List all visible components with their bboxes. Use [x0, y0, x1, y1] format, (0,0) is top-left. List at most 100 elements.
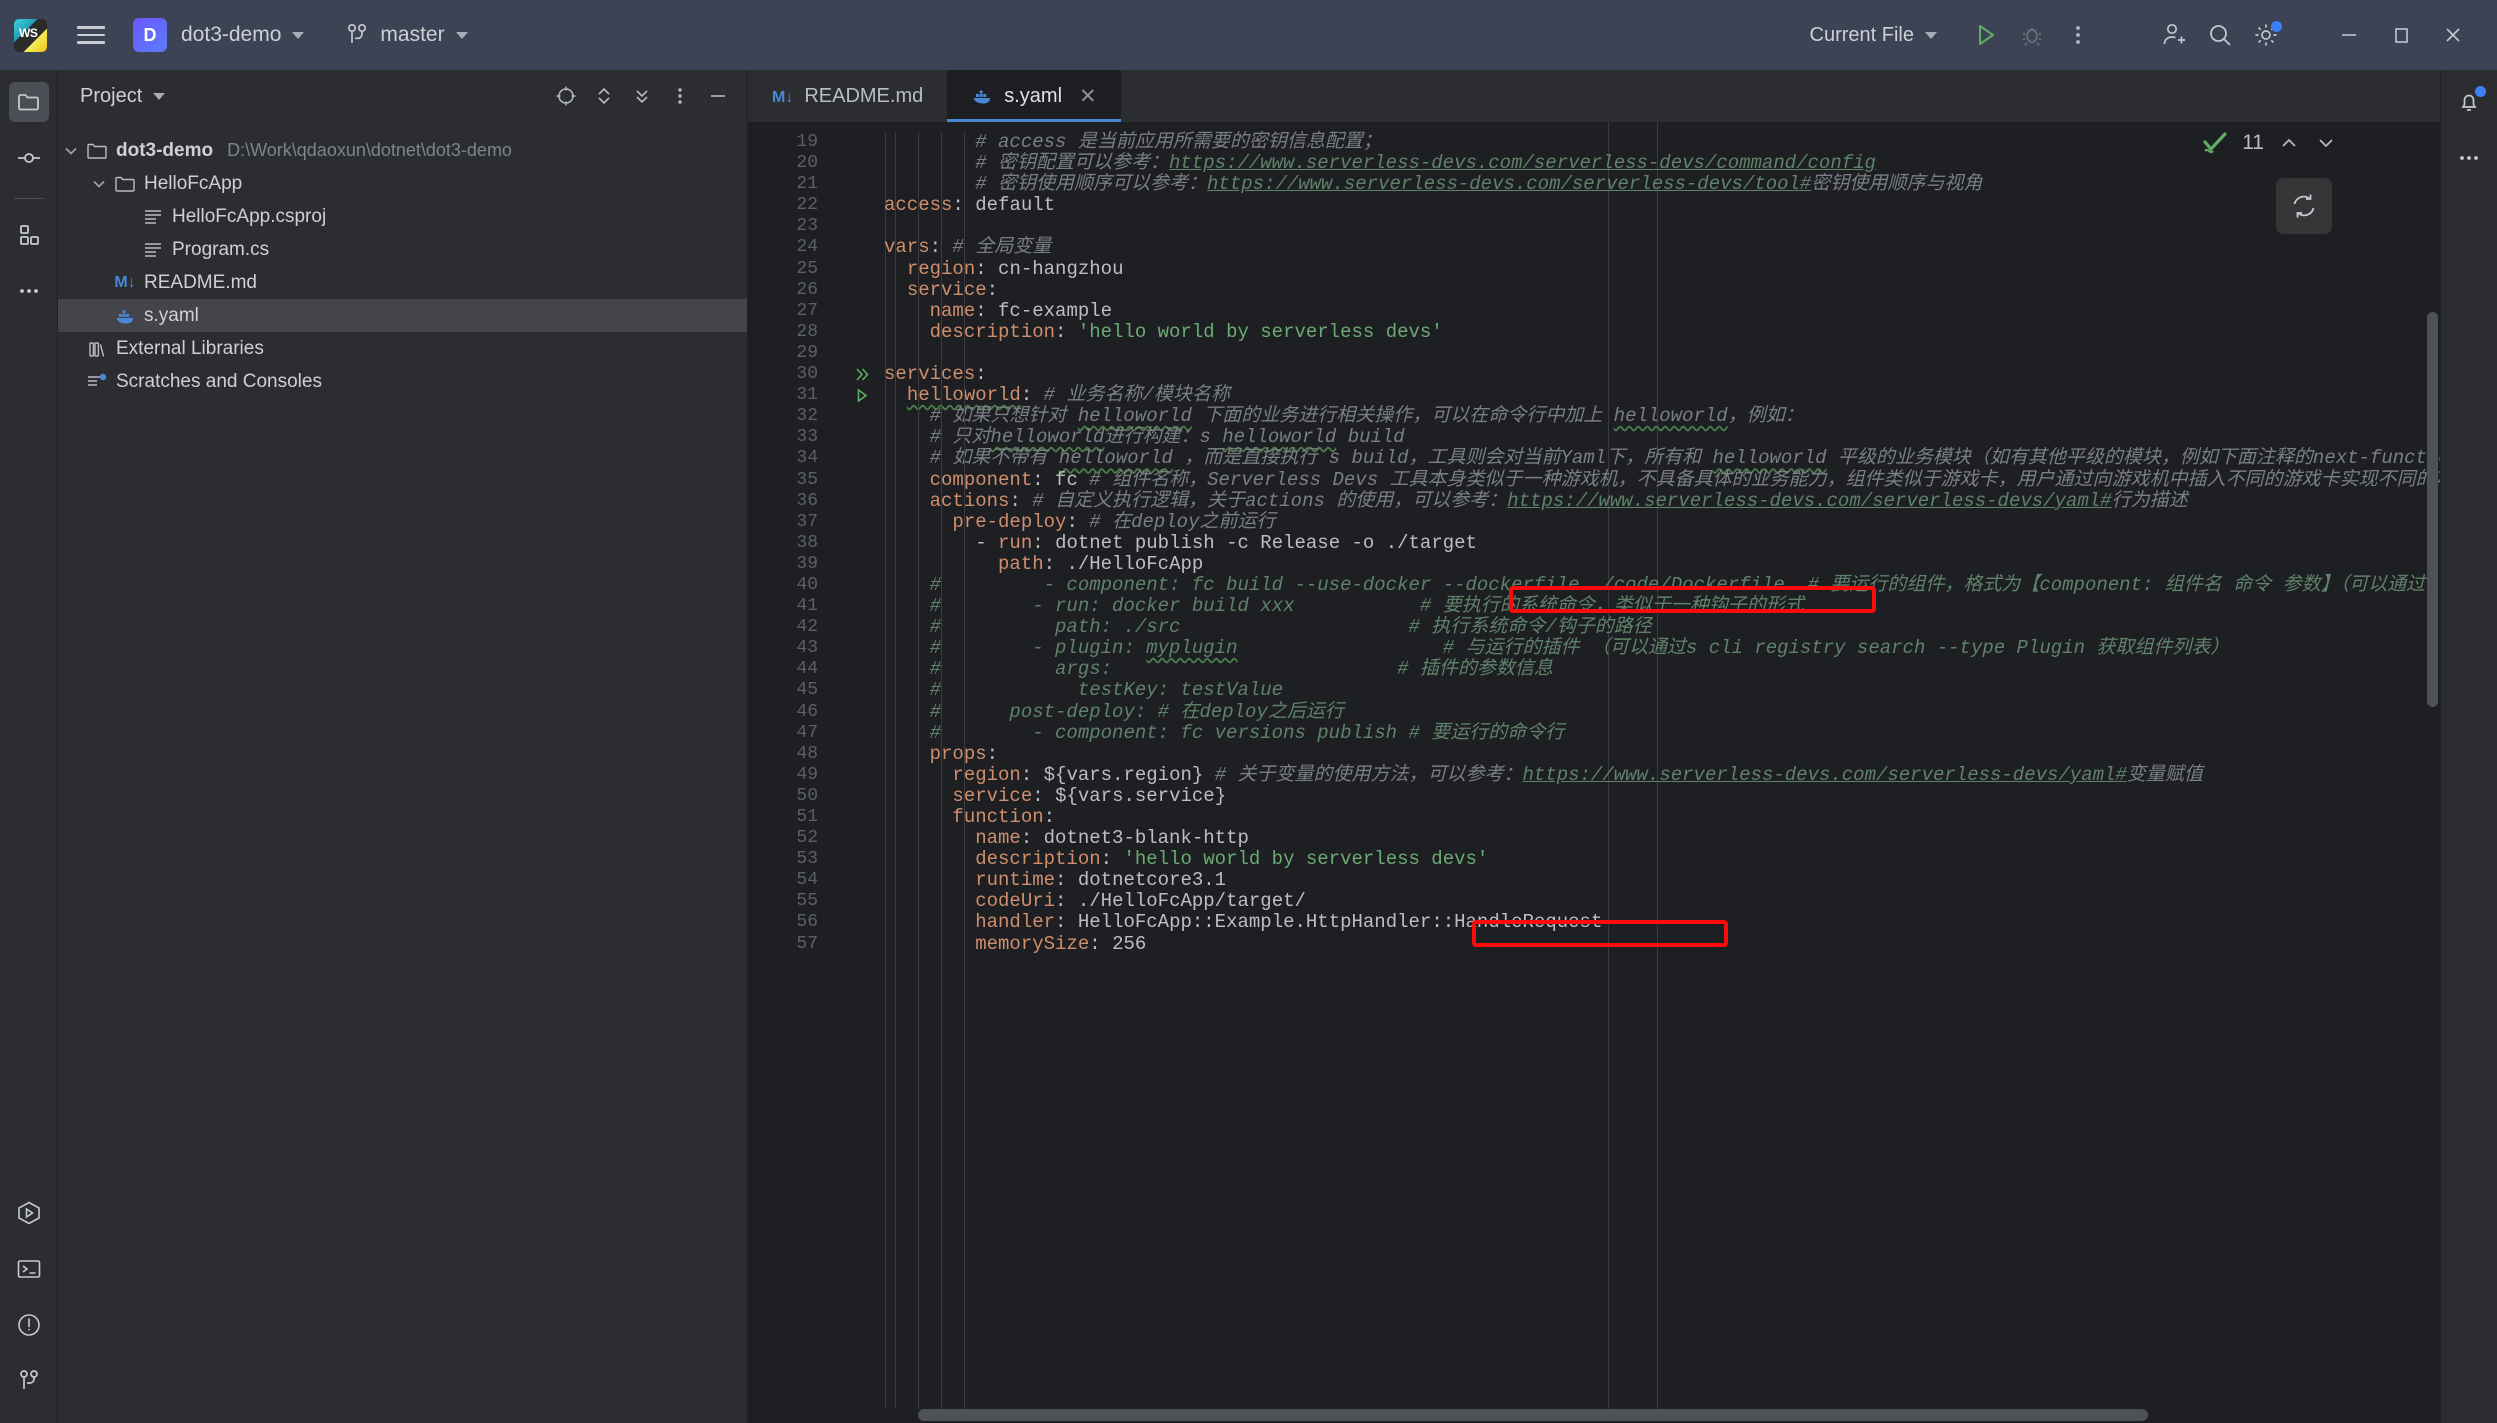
line-number: 57 [796, 933, 818, 954]
expand-collapse-button[interactable] [587, 79, 621, 113]
tree-item-external-libraries[interactable]: External Libraries [58, 332, 747, 365]
code-line[interactable]: - run: dotnet publish -c Release -o ./ta… [884, 532, 2440, 554]
code-line[interactable]: # - plugin: myplugin # 与运行的插件 （可以通过s cli… [884, 638, 2440, 659]
code-line[interactable]: description: 'hello world by serverless … [884, 849, 2440, 870]
branch-selector[interactable]: master [304, 23, 468, 47]
structure-tool-window-button[interactable] [9, 215, 49, 255]
code-line[interactable]: name: dotnet3-blank-http [884, 828, 2440, 849]
code-line[interactable]: memorySize: 256 [884, 933, 2440, 955]
code-line[interactable]: vars: # 全局变量 [884, 237, 2440, 258]
project-name: dot3-demo [181, 23, 282, 46]
more-actions-button[interactable] [2055, 12, 2101, 58]
project-selector[interactable]: D dot3-demo [133, 18, 305, 52]
editor-tab-label: README.md [804, 84, 924, 107]
chevron-down-icon[interactable] [86, 173, 112, 195]
code-line[interactable]: service: ${vars.service} [884, 785, 2440, 807]
code-content[interactable]: # access 是当前应用所需要的密钥信息配置； # 密钥配置可以参考：htt… [884, 122, 2440, 1423]
close-button[interactable] [2427, 12, 2479, 58]
code-line[interactable]: description: 'hello world by serverless … [884, 321, 2440, 343]
hamburger-menu-icon[interactable] [77, 21, 105, 49]
code-line[interactable]: # args: # 插件的参数信息 [884, 659, 2440, 680]
tree-item-scratches-and-consoles[interactable]: Scratches and Consoles [58, 365, 747, 398]
tree-item-s-yaml[interactable]: s.yaml [58, 299, 747, 332]
tree-item-readme-md[interactable]: M↓ README.md [58, 266, 747, 299]
code-line[interactable]: # testKey: testValue [884, 680, 2440, 701]
run-marker-gutter[interactable] [840, 122, 884, 1423]
settings-button[interactable] [2243, 12, 2289, 58]
code-line[interactable]: # 只对helloworld进行构建：s helloworld build [884, 427, 2440, 448]
code-line[interactable]: props: [884, 743, 2440, 765]
notifications-button[interactable] [2449, 82, 2489, 122]
code-line[interactable]: # 密钥使用顺序可以参考：https://www.serverless-devs… [884, 174, 2440, 195]
commit-tool-window-button[interactable] [9, 138, 49, 178]
run-gutter-icon[interactable] [840, 385, 884, 406]
code-line[interactable]: component: fc # 组件名称，Serverless Devs 工具本… [884, 469, 2440, 491]
project-tool-window-button[interactable] [8, 82, 49, 122]
maximize-button[interactable] [2375, 12, 2427, 58]
tree-item-hellofcapp-csproj[interactable]: HelloFcApp.csproj [58, 200, 747, 233]
code-line[interactable]: # post-deploy: # 在deploy之后运行 [884, 701, 2440, 723]
account-button[interactable] [2151, 12, 2197, 58]
problems-tool-window-button[interactable] [9, 1305, 49, 1345]
code-line[interactable]: services: [884, 363, 2440, 385]
project-panel-title-button[interactable]: Project [80, 85, 166, 108]
line-number: 24 [796, 237, 818, 258]
code-line[interactable]: # - component: fc build --use-docker --d… [884, 574, 2440, 596]
editor-horizontal-scrollbar[interactable] [918, 1409, 2148, 1421]
code-line[interactable]: actions: # 自定义执行逻辑，关于actions 的使用，可以参考：ht… [884, 490, 2440, 512]
code-line[interactable] [884, 343, 2440, 364]
code-line[interactable]: # 如果只想针对 helloworld 下面的业务进行相关操作，可以在命令行中加… [884, 406, 2440, 427]
run-gutter-icon[interactable] [840, 364, 884, 385]
code-line[interactable]: name: fc-example [884, 300, 2440, 322]
chevron-down-icon[interactable] [58, 140, 84, 162]
inspection-widget[interactable]: 11 [2201, 130, 2338, 156]
tree-item-program-cs[interactable]: Program.cs [58, 233, 747, 266]
more-tool-windows-button[interactable] [9, 271, 49, 311]
code-line[interactable]: # path: ./src # 执行系统命令/钩子的路径 [884, 617, 2440, 638]
code-line[interactable] [884, 216, 2440, 237]
editor-tab-readme-md[interactable]: M↓ README.md [748, 70, 947, 122]
tree-item-hellofcapp[interactable]: HelloFcApp [58, 167, 747, 200]
gutter-slot [840, 596, 884, 617]
right-tool-rail [2440, 70, 2497, 1423]
run-configuration-selector[interactable]: Current File [1810, 24, 1937, 47]
line-number: 44 [796, 659, 818, 680]
code-line[interactable]: access: default [884, 195, 2440, 216]
line-number-gutter[interactable]: 19 20 21 22 23 24 25 26 27 28 29 30 31 32 33 34 35 36 37 38… [748, 122, 840, 1423]
select-opened-file-button[interactable] [549, 79, 583, 113]
collapse-all-button[interactable] [625, 79, 659, 113]
refresh-button[interactable] [2276, 178, 2332, 234]
run-button[interactable] [1963, 12, 2009, 58]
indent-guide [918, 132, 919, 1423]
code-line[interactable]: path: ./HelloFcApp [884, 553, 2440, 575]
editor-vertical-scrollbar[interactable] [2427, 312, 2438, 707]
code-line[interactable]: # 密钥配置可以参考：https://www.serverless-devs.c… [884, 153, 2440, 174]
run-tool-window-button[interactable] [9, 1193, 49, 1233]
code-line[interactable]: codeUri: ./HelloFcApp/target/ [884, 891, 2440, 912]
project-options-button[interactable] [663, 79, 697, 113]
more-tool-windows-icon [19, 289, 38, 293]
editor-tab-s-yaml[interactable]: s.yaml ✕ [947, 70, 1122, 122]
debug-button[interactable] [2009, 12, 2055, 58]
close-icon[interactable]: ✕ [1079, 84, 1097, 109]
title-bar-right: Current File [1810, 12, 2479, 58]
search-button[interactable] [2197, 12, 2243, 58]
tree-item-dot3-demo[interactable]: dot3-demo D:\Work\qdaoxun\dotnet\dot3-dem… [58, 134, 747, 167]
markdown-icon: M↓ [112, 274, 138, 292]
code-line[interactable]: # - component: fc versions publish # 要运行… [884, 722, 2440, 744]
code-line[interactable]: service: [884, 279, 2440, 301]
code-line[interactable]: region: ${vars.region} # 关于变量的使用方法，可以参考：… [884, 764, 2440, 786]
code-line[interactable]: region: cn-hangzhou [884, 258, 2440, 280]
version-control-tool-window-button[interactable] [9, 1361, 49, 1401]
code-line[interactable]: # 如果不带有 helloworld ，而是直接执行 s build，工具则会对… [884, 448, 2440, 469]
code-line[interactable]: runtime: dotnetcore3.1 [884, 870, 2440, 891]
code-line[interactable]: pre-deploy: # 在deploy之前运行 [884, 511, 2440, 533]
code-line[interactable]: handler: HelloFcApp::Example.HttpHandler… [884, 912, 2440, 933]
right-more-tool-windows-button[interactable] [2449, 138, 2489, 178]
minimize-button[interactable] [2323, 12, 2375, 58]
code-line[interactable]: # - run: docker build xxx # 要执行的系统命令，类似于… [884, 596, 2440, 617]
code-line[interactable]: function: [884, 806, 2440, 828]
terminal-tool-window-button[interactable] [9, 1249, 49, 1289]
code-line[interactable]: helloworld: # 业务名称/模块名称 [884, 385, 2440, 406]
hide-panel-button[interactable] [701, 79, 735, 113]
